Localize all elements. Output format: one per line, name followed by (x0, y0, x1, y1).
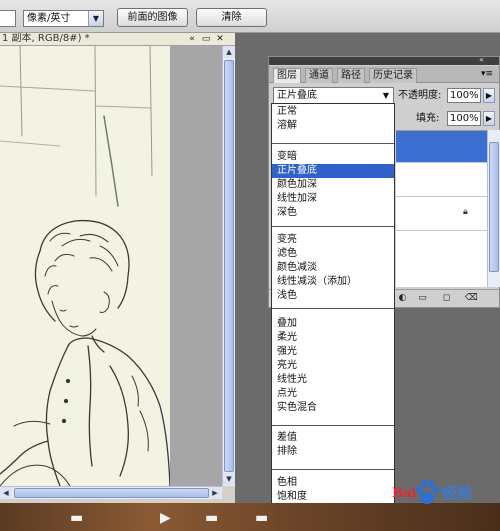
collapse-icon[interactable]: « (479, 55, 484, 64)
unit-select-value: 像素/英寸 (27, 13, 71, 24)
menu-item-darken[interactable]: 变暗 (272, 150, 394, 164)
menu-item-difference[interactable]: 差值 (272, 431, 394, 445)
scroll-down-icon[interactable]: ▼ (223, 473, 235, 485)
layers-list: 🔒︎ (396, 130, 500, 287)
opacity-field[interactable]: 100% (447, 88, 481, 103)
menu-item-saturation[interactable]: 饱和度 (272, 490, 394, 504)
blend-mode-dropdown: 正常 溶解 变暗 正片叠底 颜色加深 线性加深 深色 变亮 滤色 颜色减淡 线性… (271, 103, 395, 531)
media-strip-icon: ▬ (255, 510, 269, 526)
watermark-text: 经验 (442, 484, 473, 502)
maximize-icon[interactable]: ▭ (200, 33, 212, 45)
lock-icon: 🔒︎ (463, 207, 468, 217)
menu-item-overlay[interactable]: 叠加 (272, 317, 394, 331)
fill-arrow-icon[interactable]: ▶ (483, 111, 495, 126)
opacity-label: 不透明度: (398, 90, 442, 101)
menu-item-color-burn[interactable]: 颜色加深 (272, 178, 394, 192)
tab-layers[interactable]: 图层 (273, 68, 301, 83)
menu-item-hard-light[interactable]: 强光 (272, 345, 394, 359)
menu-item-vivid-light[interactable]: 亮光 (272, 359, 394, 373)
layer-row[interactable] (396, 131, 500, 163)
layers-scrollbar[interactable] (487, 130, 500, 287)
tab-channels[interactable]: 通道 (305, 68, 333, 83)
menu-item-linear-dodge[interactable]: 线性减淡（添加） (272, 275, 394, 289)
close-icon[interactable]: ✕ (214, 33, 226, 45)
minimize-icon[interactable]: « (186, 33, 198, 45)
tab-paths[interactable]: 路径 (337, 68, 365, 83)
panel-tabs: 图层 通道 路径 历史记录 ▾≡ (269, 66, 499, 83)
menu-group-normal: 正常 溶解 (272, 105, 394, 144)
menu-item-hue[interactable]: 色相 (272, 476, 394, 490)
menu-item-soft-light[interactable]: 柔光 (272, 331, 394, 345)
menu-item-lighter-color[interactable]: 浅色 (272, 289, 394, 303)
menu-item-exclusion[interactable]: 排除 (272, 445, 394, 459)
menu-item-screen[interactable]: 滤色 (272, 247, 394, 261)
scroll-up-icon[interactable]: ▲ (223, 46, 235, 58)
document-window: 1 副本, RGB/8#) * « ▭ ✕ ▲ ▼ ◀ ▶ (0, 33, 235, 503)
fill-field[interactable]: 100% (447, 111, 481, 126)
horizontal-scrollbar[interactable]: ◀ ▶ (0, 486, 222, 499)
baidu-watermark: Bai 经验 (392, 476, 496, 510)
adjustment-icon[interactable]: ◐ (397, 293, 408, 304)
panel-titlebar: « (269, 55, 499, 65)
menu-item-color-dodge[interactable]: 颜色减淡 (272, 261, 394, 275)
scroll-right-icon[interactable]: ▶ (209, 487, 221, 499)
menu-group-darken: 变暗 正片叠底 颜色加深 线性加深 深色 (272, 149, 394, 227)
paw-icon (416, 480, 439, 504)
menu-item-lighten[interactable]: 变亮 (272, 233, 394, 247)
menu-group-difference: 差值 排除 (272, 428, 394, 470)
sketch-image (0, 46, 170, 486)
blend-mode-value: 正片叠底 (277, 90, 317, 101)
fill-label: 填充: (416, 113, 440, 124)
front-image-button[interactable]: 前面的图像 (117, 8, 188, 27)
opacity-arrow-icon[interactable]: ▶ (483, 88, 495, 103)
clear-button[interactable]: 清除 (196, 8, 267, 27)
layer-row[interactable]: 🔒︎ (396, 197, 500, 231)
media-strip-icon: ▬ (70, 510, 84, 526)
scroll-thumb[interactable] (224, 60, 234, 472)
chevron-down-icon[interactable]: ▼ (380, 89, 392, 102)
menu-item-darker-color[interactable]: 深色 (272, 206, 394, 220)
image-canvas[interactable] (0, 46, 170, 486)
menu-item-normal[interactable]: 正常 (272, 105, 394, 119)
panel-menu-icon[interactable]: ▾≡ (481, 69, 493, 79)
scroll-thumb[interactable] (14, 488, 209, 498)
menu-item-hard-mix[interactable]: 实色混合 (272, 401, 394, 415)
scroll-left-icon[interactable]: ◀ (0, 487, 12, 499)
chevron-down-icon[interactable]: ▼ (88, 11, 103, 26)
menu-group-overlay: 叠加 柔光 强光 亮光 线性光 点光 实色混合 (272, 314, 394, 426)
menu-item-linear-light[interactable]: 线性光 (272, 373, 394, 387)
options-bar: 像素/英寸 ▼ 前面的图像 清除 (0, 0, 500, 33)
layer-row[interactable] (396, 163, 500, 197)
canvas-pasteboard (170, 46, 222, 486)
media-strip-icon: ▬ (205, 510, 219, 526)
resolution-input[interactable] (0, 10, 16, 27)
menu-item-pin-light[interactable]: 点光 (272, 387, 394, 401)
menu-group-lighten: 变亮 滤色 颜色减淡 线性减淡（添加） 浅色 (272, 232, 394, 309)
menu-item-dissolve[interactable]: 溶解 (272, 119, 394, 133)
scroll-thumb[interactable] (489, 142, 499, 272)
play-icon[interactable]: ▶ (160, 510, 171, 526)
folder-icon[interactable]: ▭ (417, 293, 428, 304)
new-layer-icon[interactable]: ◻ (441, 293, 452, 304)
menu-item-multiply[interactable]: 正片叠底 (272, 164, 394, 178)
blend-mode-select[interactable]: 正片叠底 ▼ (273, 87, 394, 104)
tab-history[interactable]: 历史记录 (369, 68, 417, 83)
trash-icon[interactable]: ⌫ (465, 293, 478, 304)
menu-item-linear-burn[interactable]: 线性加深 (272, 192, 394, 206)
unit-select[interactable]: 像素/英寸 ▼ (23, 10, 104, 27)
vertical-scrollbar[interactable]: ▲ ▼ (222, 46, 235, 486)
